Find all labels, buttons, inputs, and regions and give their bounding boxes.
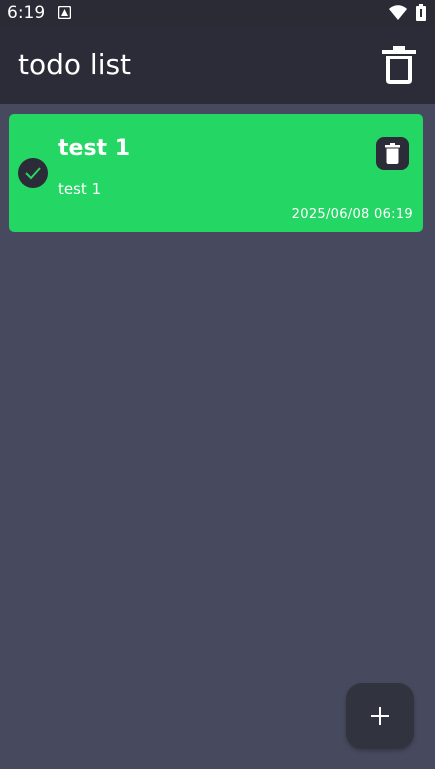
- check-icon: [25, 167, 41, 180]
- complete-toggle[interactable]: [18, 158, 48, 188]
- wifi-icon: [389, 5, 407, 20]
- battery-icon: [416, 4, 426, 21]
- todo-title: test 1: [58, 136, 131, 161]
- page-title: todo list: [18, 48, 132, 81]
- app-bar: todo list: [0, 26, 435, 104]
- status-bar: 6:19: [0, 0, 435, 26]
- delete-todo-button[interactable]: [376, 137, 409, 170]
- plus-icon: [371, 707, 389, 725]
- notification-icon: [58, 6, 71, 19]
- add-todo-button[interactable]: [346, 683, 414, 749]
- todo-date: 2025/06/08 06:19: [291, 207, 413, 222]
- trash-icon: [385, 143, 400, 164]
- todo-card[interactable]: test 1 test 1 2025/06/08 06:19: [9, 114, 423, 232]
- delete-all-trash-icon[interactable]: [382, 46, 416, 84]
- todo-description: test 1: [58, 180, 102, 198]
- status-time: 6:19: [7, 3, 46, 23]
